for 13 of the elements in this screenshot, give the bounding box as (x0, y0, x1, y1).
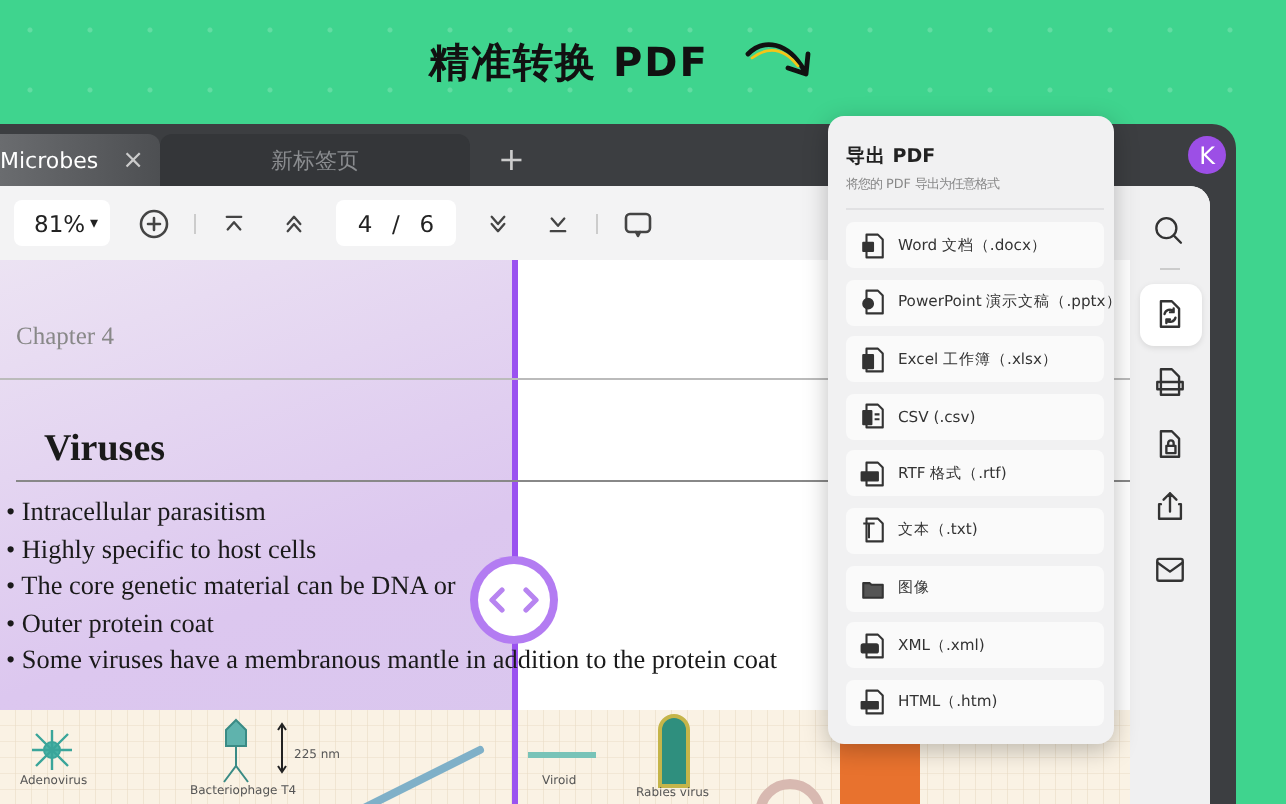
bullet-text: • Intracellular parasitism (6, 494, 266, 530)
headline: 精准转换 PDF (429, 35, 709, 89)
bullet-text: • Highly specific to host cells (6, 531, 317, 568)
tab[interactable]: 新标签页 (160, 134, 470, 186)
bullet-text: • The core genetic material can be DNA or (6, 568, 456, 605)
page-number-field[interactable]: 4 / 6 (336, 200, 456, 246)
panel-title: 导出 PDF (846, 144, 938, 170)
zoom-dropdown[interactable]: 81% ▾ (14, 200, 110, 246)
tab[interactable]: Microbes × (0, 134, 160, 186)
new-tab-button[interactable]: + (498, 136, 525, 186)
user-avatar[interactable]: K (1188, 136, 1226, 174)
close-tab-button[interactable]: × (122, 145, 144, 175)
bullet-text: • Outer protein coat (6, 605, 214, 642)
